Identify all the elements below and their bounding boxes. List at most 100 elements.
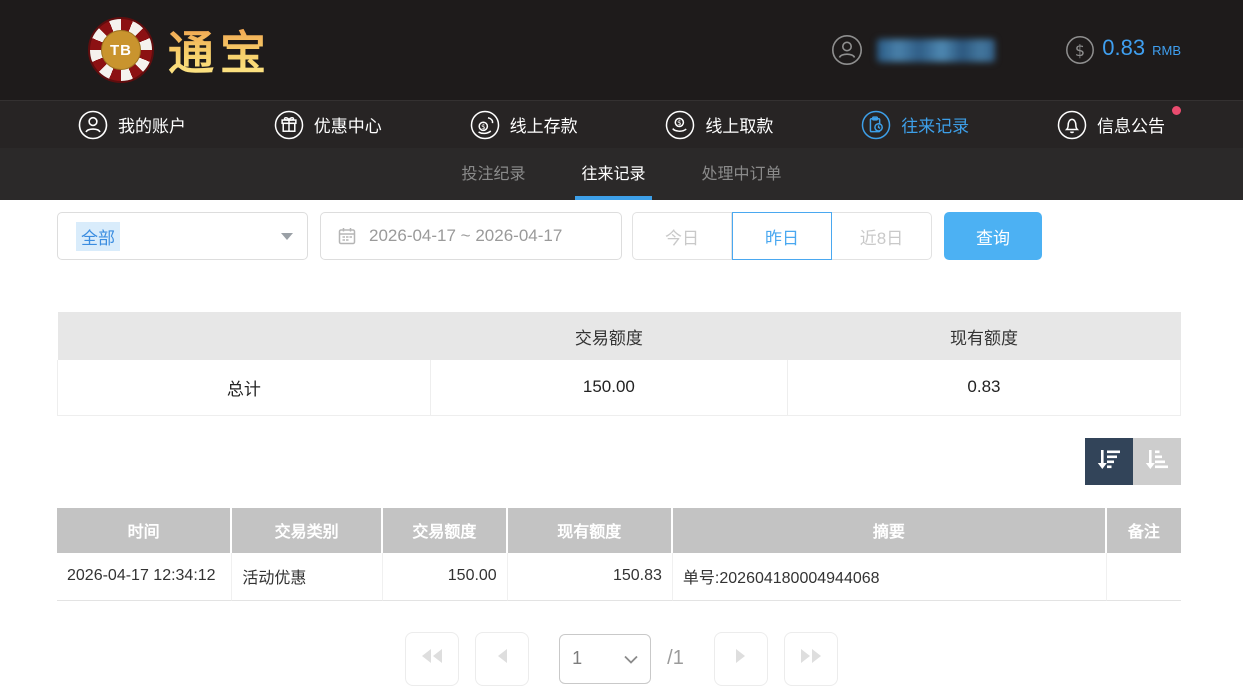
col-header-time: 时间: [57, 508, 232, 553]
sort-ascending-icon: [1142, 444, 1172, 479]
date-range-value: 2026-04-17 ~ 2026-04-17: [369, 226, 562, 246]
notification-dot: [1172, 106, 1181, 115]
col-header-type: 交易类别: [232, 508, 383, 553]
brand-name: 通宝: [168, 17, 272, 83]
page-select-value: 1: [572, 648, 582, 669]
page-select[interactable]: 1: [559, 634, 651, 684]
tab-label: 往来记录: [581, 160, 645, 184]
nav-label: 信息公告: [1097, 112, 1165, 137]
bell-icon: [1057, 110, 1087, 140]
last-8-days-button[interactable]: 近8日: [832, 212, 932, 260]
summary-header-balance: 现有额度: [787, 312, 1180, 360]
cell-balance: 150.83: [508, 553, 673, 601]
svg-text:$: $: [481, 122, 485, 130]
poker-chip-icon: TB: [88, 17, 154, 83]
cell-type: 活动优惠: [232, 553, 383, 601]
cell-time: 2026-04-17 12:34:12: [57, 553, 232, 601]
balance-currency: RMB: [1152, 43, 1181, 58]
col-header-summary: 摘要: [673, 508, 1107, 553]
summary-header-blank: [58, 312, 431, 360]
today-button[interactable]: 今日: [632, 212, 732, 260]
tab-betting-records[interactable]: 投注纪录: [455, 148, 531, 200]
last-page-button[interactable]: [784, 632, 838, 686]
summary-table: 交易额度 现有额度 总计 150.00 0.83: [57, 312, 1181, 416]
sort-ascending-button[interactable]: [1133, 438, 1181, 485]
next-page-icon: [735, 648, 747, 669]
deposit-hand-coin-icon: $: [470, 110, 500, 140]
cell-note: [1107, 553, 1181, 601]
user-circle-icon: [78, 110, 108, 140]
brand-logo[interactable]: TB 通宝: [88, 17, 272, 83]
chip-monogram: TB: [101, 30, 141, 70]
dollar-coin-icon: $: [1065, 35, 1095, 65]
button-label: 近8日: [860, 224, 903, 249]
col-header-note: 备注: [1107, 508, 1181, 553]
user-info: [831, 34, 995, 66]
nav-label: 优惠中心: [314, 112, 382, 137]
sort-controls: [57, 438, 1181, 485]
gift-icon: [274, 110, 304, 140]
type-select[interactable]: 全部: [57, 212, 308, 260]
svg-text:$: $: [678, 119, 682, 127]
balance-amount: 0.83: [1102, 35, 1145, 61]
chevron-down-icon: [624, 648, 638, 669]
quick-date-group: 今日 昨日 近8日: [632, 212, 932, 260]
summary-total-balance: 0.83: [787, 360, 1180, 415]
date-range-input[interactable]: 2026-04-17 ~ 2026-04-17: [320, 212, 622, 260]
nav-item-transaction-records[interactable]: 往来记录: [861, 110, 969, 140]
user-icon: [831, 34, 863, 66]
nav-label: 我的账户: [118, 112, 186, 137]
yesterday-button[interactable]: 昨日: [732, 212, 832, 260]
col-header-amount: 交易额度: [383, 508, 508, 553]
nav-item-promotions[interactable]: 优惠中心: [274, 110, 382, 140]
button-label: 今日: [665, 224, 699, 249]
tab-label: 处理中订单: [702, 160, 782, 184]
records-header-row: 时间 交易类别 交易额度 现有额度 摘要 备注: [57, 508, 1181, 553]
chevron-down-icon: [281, 233, 293, 240]
page-total-label: /1: [667, 647, 684, 670]
search-button[interactable]: 查询: [944, 212, 1042, 260]
summary-total-row: 总计 150.00 0.83: [58, 360, 1181, 415]
nav-item-my-account[interactable]: 我的账户: [78, 110, 186, 140]
cell-amount: 150.00: [383, 553, 508, 601]
button-label: 昨日: [765, 224, 799, 249]
balance-display: $ 0.83 RMB: [1065, 35, 1181, 65]
cell-summary: 单号:202604180004944068: [673, 553, 1107, 601]
nav-item-announcements[interactable]: 信息公告: [1057, 110, 1165, 140]
table-row: 2026-04-17 12:34:12 活动优惠 150.00 150.83 单…: [57, 553, 1181, 601]
prev-page-icon: [496, 648, 508, 669]
nav-label: 线上取款: [705, 112, 773, 137]
sort-descending-button[interactable]: [1085, 438, 1133, 485]
first-page-button[interactable]: [405, 632, 459, 686]
summary-total-amount: 150.00: [430, 360, 787, 415]
nav-label: 线上存款: [510, 112, 578, 137]
tab-transaction-records[interactable]: 往来记录: [575, 148, 651, 200]
calendar-icon: [337, 226, 357, 246]
summary-total-label: 总计: [58, 360, 431, 415]
tab-pending-orders[interactable]: 处理中订单: [696, 148, 788, 200]
svg-text:$: $: [1075, 41, 1085, 60]
pagination: 1 /1: [0, 632, 1243, 686]
tab-label: 投注纪录: [461, 160, 525, 184]
sort-descending-icon: [1094, 444, 1124, 479]
next-page-button[interactable]: [714, 632, 768, 686]
clipboard-clock-icon: [861, 110, 891, 140]
withdraw-hand-coin-icon: $: [665, 110, 695, 140]
first-page-icon: [421, 648, 443, 669]
nav-item-withdraw[interactable]: $ 线上取款: [665, 110, 773, 140]
transaction-records-page: TB 通宝 $: [0, 0, 1243, 686]
summary-header-row: 交易额度 现有额度: [58, 312, 1181, 360]
filter-bar: 全部 2026-04-17 ~ 2026-04-17 今日 昨日: [57, 212, 1243, 260]
main-nav: 我的账户 优惠中心 $: [0, 100, 1243, 148]
col-header-balance: 现有额度: [508, 508, 673, 553]
nav-label: 往来记录: [901, 112, 969, 137]
type-select-value: 全部: [76, 222, 120, 251]
nav-item-deposit[interactable]: $ 线上存款: [470, 110, 578, 140]
header-right: $ 0.83 RMB: [831, 34, 1181, 66]
sub-nav: 投注纪录 往来记录 处理中订单: [0, 148, 1243, 200]
top-header: TB 通宝 $: [0, 0, 1243, 100]
last-page-icon: [800, 648, 822, 669]
records-table: 时间 交易类别 交易额度 现有额度 摘要 备注 2026-04-17 12:34…: [57, 508, 1181, 601]
username-censored: [877, 39, 995, 62]
prev-page-button[interactable]: [475, 632, 529, 686]
